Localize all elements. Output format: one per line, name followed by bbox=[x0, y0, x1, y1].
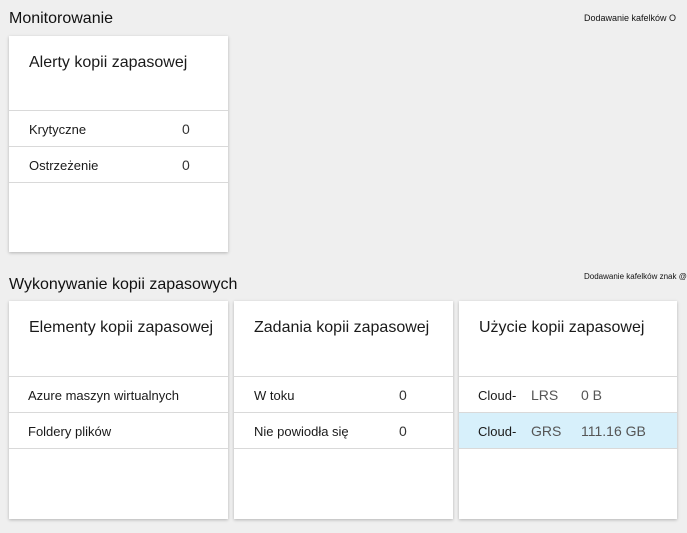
backup-usage-card[interactable]: Użycie kopii zapasowej Cloud- LRS 0 B Cl… bbox=[459, 301, 677, 519]
alert-row-value: 0 bbox=[182, 121, 190, 137]
usage-row-grs[interactable]: Cloud- GRS 111.16 GB bbox=[459, 412, 677, 449]
usage-row-lrs[interactable]: Cloud- LRS 0 B bbox=[459, 376, 677, 412]
usage-row-label: Cloud- bbox=[478, 424, 517, 439]
job-row-value: 0 bbox=[399, 423, 407, 439]
backup-items-card-title: Elementy kopii zapasowej bbox=[29, 319, 214, 336]
alerts-card-title: Alerty kopii zapasowej bbox=[29, 54, 188, 71]
usage-row-type: LRS bbox=[531, 387, 559, 403]
job-row-failed[interactable]: Nie powiodła się 0 bbox=[234, 412, 453, 449]
backup-jobs-card-title: Zadania kopii zapasowej bbox=[254, 319, 430, 336]
job-row-label: Nie powiodła się bbox=[254, 424, 349, 439]
backup-item-label: Foldery plików bbox=[28, 424, 112, 439]
backup-jobs-card[interactable]: Zadania kopii zapasowej W toku 0 Nie pow… bbox=[234, 301, 453, 519]
add-tiles-backup-link[interactable]: Dodawanie kafelków znak @ bbox=[584, 272, 687, 281]
job-row-label: W toku bbox=[254, 388, 295, 403]
alert-row-label: Ostrzeżenie bbox=[29, 158, 99, 173]
job-row-in-progress[interactable]: W toku 0 bbox=[234, 376, 453, 412]
usage-row-value: 0 B bbox=[581, 387, 603, 403]
usage-row-value: 111.16 GB bbox=[581, 423, 646, 439]
backup-items-card[interactable]: Elementy kopii zapasowej Azure maszyn wi… bbox=[9, 301, 228, 519]
job-row-value: 0 bbox=[399, 387, 407, 403]
backup-usage-card-title: Użycie kopii zapasowej bbox=[479, 319, 645, 336]
alert-row-label: Krytyczne bbox=[29, 122, 87, 137]
alert-row-critical[interactable]: Krytyczne 0 bbox=[9, 110, 228, 146]
usage-row-type: GRS bbox=[531, 423, 562, 439]
alert-row-value: 0 bbox=[182, 157, 190, 173]
add-tiles-monitoring-link[interactable]: Dodawanie kafelków O bbox=[584, 13, 676, 23]
usage-row-label: Cloud- bbox=[478, 388, 517, 403]
backup-item-row-file-folders[interactable]: Foldery plików bbox=[9, 412, 228, 449]
backup-section-title: Wykonywanie kopii zapasowych bbox=[9, 276, 238, 293]
backup-item-label: Azure maszyn wirtualnych bbox=[28, 388, 179, 403]
alerts-card[interactable]: Alerty kopii zapasowej Krytyczne 0 Ostrz… bbox=[9, 36, 228, 252]
monitoring-section-title: Monitorowanie bbox=[9, 10, 114, 27]
alert-row-warning[interactable]: Ostrzeżenie 0 bbox=[9, 146, 228, 183]
backup-item-row-azure-vm[interactable]: Azure maszyn wirtualnych bbox=[9, 376, 228, 412]
